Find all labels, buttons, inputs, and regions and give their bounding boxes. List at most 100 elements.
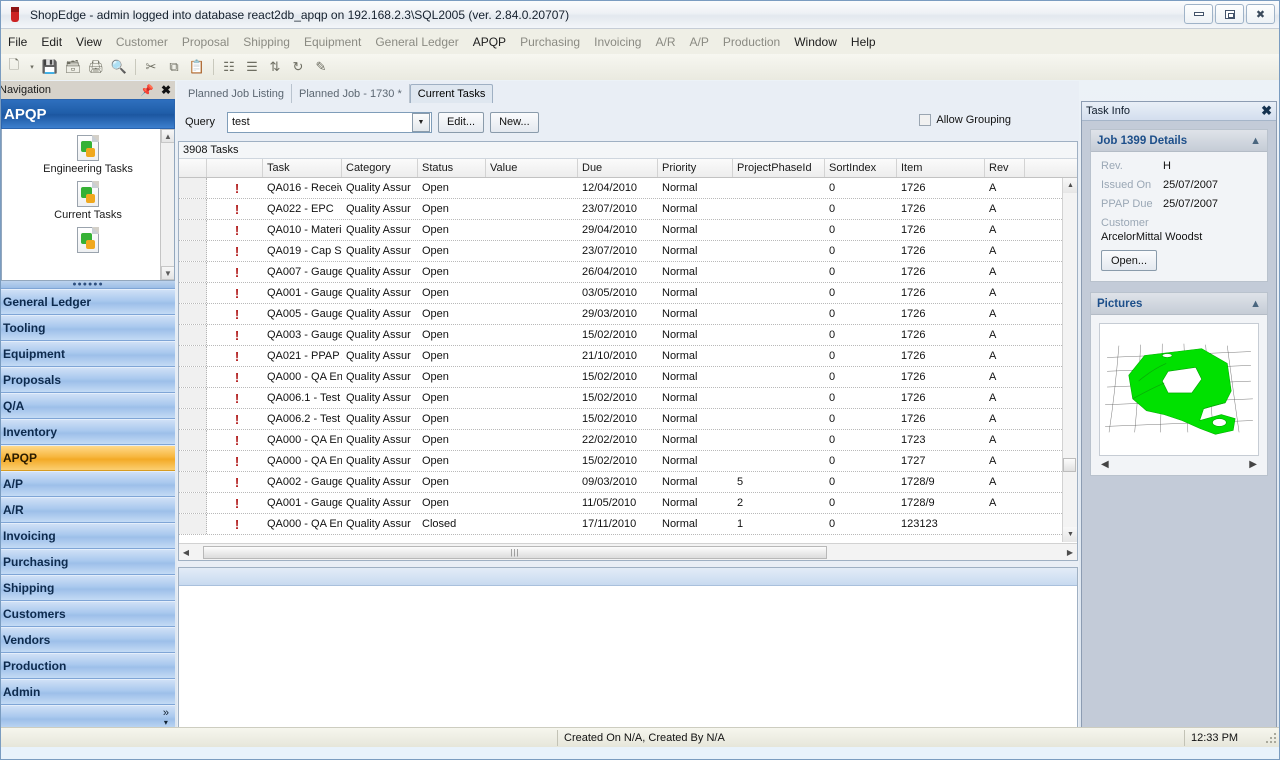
table-row[interactable]: ! QA019 - Cap Stu Quality Assur Open 23/07/2…: [179, 241, 1062, 262]
scroll-right-icon[interactable]: ▶: [1063, 545, 1077, 560]
table-row[interactable]: ! QA000 - QA Engi Quality Assur Open 15/02/2…: [179, 367, 1062, 388]
menu-item-view[interactable]: View: [69, 32, 109, 52]
menu-item-apqp[interactable]: APQP: [466, 32, 513, 52]
scroll-left-icon[interactable]: ◀: [179, 545, 193, 560]
sidebar-item-customers[interactable]: Customers: [1, 601, 175, 627]
tab-current-tasks[interactable]: Current Tasks: [409, 84, 494, 103]
table-row[interactable]: ! QA001 - Gauge S Quality Assur Open 03/05/2…: [179, 283, 1062, 304]
sidebar-item-ar[interactable]: A/R: [1, 497, 175, 523]
sidebar-item-admin[interactable]: Admin: [1, 679, 175, 705]
grid-col-projectphaseid[interactable]: ProjectPhaseId: [733, 159, 825, 177]
picture-prev-icon[interactable]: ◀: [1101, 459, 1109, 470]
sidebar-item-vendors[interactable]: Vendors: [1, 627, 175, 653]
menu-item-general-ledger[interactable]: General Ledger: [368, 32, 465, 52]
tab-planned-job-1730[interactable]: Planned Job - 1730 *: [292, 84, 410, 103]
sidebar-item-general-ledger[interactable]: General Ledger: [1, 289, 175, 315]
table-row[interactable]: ! QA005 - Gauge R Quality Assur Open 29/03/2…: [179, 304, 1062, 325]
query-combobox[interactable]: test ▼: [226, 111, 432, 133]
sidebar-item-purchasing[interactable]: Purchasing: [1, 549, 175, 575]
table-row[interactable]: ! QA016 - Receivin Quality Assur Open 12/04/…: [179, 178, 1062, 199]
part-picture[interactable]: [1099, 323, 1259, 456]
paste-icon[interactable]: 📋: [186, 56, 208, 78]
grid-vertical-scrollbar[interactable]: ▲ ▼: [1062, 178, 1077, 542]
table-row[interactable]: ! QA002 - Gauge B Quality Assur Open 09/03/2…: [179, 472, 1062, 493]
navigation-splitter[interactable]: ●●●●●●: [1, 281, 175, 289]
menu-item-help[interactable]: Help: [844, 32, 883, 52]
allow-grouping-checkbox[interactable]: [919, 114, 932, 126]
minimize-button[interactable]: [1184, 4, 1213, 24]
save-icon[interactable]: 💾: [39, 56, 61, 78]
menu-item-edit[interactable]: Edit: [34, 32, 69, 52]
tab-planned-job-listing[interactable]: Planned Job Listing: [181, 84, 293, 103]
edit-query-button[interactable]: Edit...: [437, 111, 485, 133]
chevron-up-icon[interactable]: ▲: [1250, 135, 1261, 147]
picture-next-icon[interactable]: ▶: [1249, 459, 1257, 470]
pin-icon[interactable]: 📌: [140, 84, 154, 97]
copy-icon[interactable]: ⧉: [163, 56, 185, 78]
menu-item-proposal[interactable]: Proposal: [175, 32, 236, 52]
navigation-scrollbar[interactable]: ▲ ▼: [160, 129, 174, 280]
close-icon[interactable]: ✖: [161, 83, 171, 97]
sidebar-item-production[interactable]: Production: [1, 653, 175, 679]
open-job-button[interactable]: Open...: [1101, 250, 1157, 271]
table-row[interactable]: ! QA006.2 - Test C Quality Assur Open 15/02/…: [179, 409, 1062, 430]
grid-horizontal-scrollbar[interactable]: ◀ ||| ▶: [179, 543, 1077, 560]
table-row[interactable]: ! QA006.1 - Test C Quality Assur Open 15/02/…: [179, 388, 1062, 409]
sidebar-item-proposals[interactable]: Proposals: [1, 367, 175, 393]
sidebar-item-equipment[interactable]: Equipment: [1, 341, 175, 367]
table-row[interactable]: ! QA003 - Gauge D Quality Assur Open 15/02/2…: [179, 325, 1062, 346]
sidebar-item-tooling[interactable]: Tooling: [1, 315, 175, 341]
table-row[interactable]: ! QA001 - Gauge S Quality Assur Open 11/05/2…: [179, 493, 1062, 514]
chevron-down-icon[interactable]: ▼: [411, 112, 430, 132]
grid-col-rev[interactable]: Rev: [985, 159, 1025, 177]
table-row[interactable]: ! QA010 - Material Quality Assur Open 29/04/…: [179, 220, 1062, 241]
scroll-thumb[interactable]: [1063, 458, 1076, 472]
new-query-button[interactable]: New...: [490, 111, 539, 133]
sidebar-item-inventory[interactable]: Inventory: [1, 419, 175, 445]
refresh-icon[interactable]: ↻: [287, 56, 309, 78]
scroll-down-icon[interactable]: ▼: [161, 266, 174, 280]
sidebar-item-ap[interactable]: A/P: [1, 471, 175, 497]
grid-col-value[interactable]: Value: [486, 159, 578, 177]
close-icon[interactable]: ✖: [1261, 103, 1272, 119]
grid-col-status[interactable]: Status: [418, 159, 486, 177]
grid-col-sortindex[interactable]: SortIndex: [825, 159, 897, 177]
grid-col-flag[interactable]: [207, 159, 263, 177]
grid-col-priority[interactable]: Priority: [658, 159, 733, 177]
table-row[interactable]: ! QA000 - QA Engi Quality Assur Closed 17/11…: [179, 514, 1062, 535]
edit-icon[interactable]: ✎: [310, 56, 332, 78]
table-row[interactable]: ! QA000 - QA Engi Quality Assur Open 15/02/2…: [179, 451, 1062, 472]
table-row[interactable]: ! QA000 - QA Engi Quality Assur Open 22/02/2…: [179, 430, 1062, 451]
menu-item-equipment[interactable]: Equipment: [297, 32, 368, 52]
nav-shortcut-engineering-tasks[interactable]: Engineering Tasks: [2, 135, 174, 175]
scroll-up-icon[interactable]: ▲: [1063, 178, 1077, 193]
menu-item-ap[interactable]: A/P: [683, 32, 716, 52]
grid-col-selector[interactable]: [179, 159, 207, 177]
grid-col-category[interactable]: Category: [342, 159, 418, 177]
scroll-down-icon[interactable]: ▼: [1063, 527, 1077, 542]
new-dropdown-icon[interactable]: ▾: [26, 56, 38, 78]
nav-shortcut-current-tasks[interactable]: Current Tasks: [2, 181, 174, 221]
menu-item-production[interactable]: Production: [716, 32, 787, 52]
print-preview-icon[interactable]: 🔍: [108, 56, 130, 78]
menu-item-customer[interactable]: Customer: [109, 32, 175, 52]
new-document-icon[interactable]: 🗋: [3, 56, 25, 78]
delete-record-icon[interactable]: ☰: [241, 56, 263, 78]
menu-item-invoicing[interactable]: Invoicing: [587, 32, 648, 52]
sidebar-item-invoicing[interactable]: Invoicing: [1, 523, 175, 549]
grid-col-due[interactable]: Due: [578, 159, 658, 177]
grid-col-item[interactable]: Item: [897, 159, 985, 177]
menu-item-file[interactable]: File: [1, 32, 34, 52]
menu-item-window[interactable]: Window: [787, 32, 844, 52]
menu-item-purchasing[interactable]: Purchasing: [513, 32, 587, 52]
nav-shortcut-partial[interactable]: [2, 227, 174, 253]
chevron-up-icon[interactable]: ▲: [1250, 298, 1261, 310]
menu-item-ar[interactable]: A/R: [648, 32, 682, 52]
scroll-thumb-horizontal[interactable]: |||: [203, 545, 827, 559]
scroll-up-icon[interactable]: ▲: [161, 129, 174, 143]
save-all-icon[interactable]: 🗃: [62, 56, 84, 78]
maximize-button[interactable]: [1215, 4, 1244, 24]
grid-col-task[interactable]: Task: [263, 159, 342, 177]
sidebar-item-shipping[interactable]: Shipping: [1, 575, 175, 601]
add-record-icon[interactable]: ☷: [218, 56, 240, 78]
